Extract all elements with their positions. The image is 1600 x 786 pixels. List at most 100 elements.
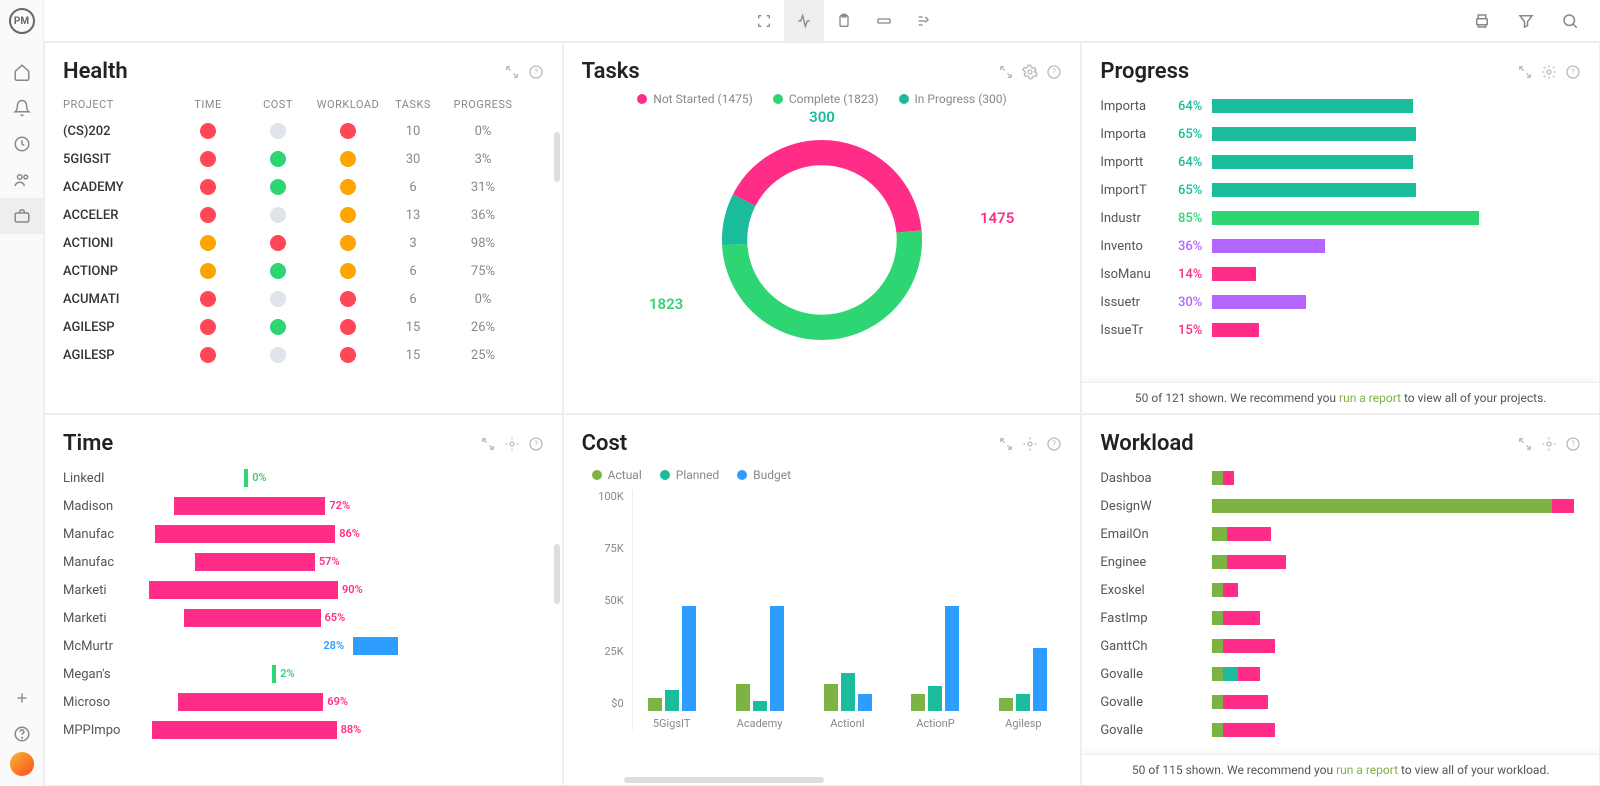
scrollbar[interactable] [554,544,560,604]
view-activity-icon[interactable] [784,0,824,42]
table-row[interactable]: ACUMATI 6 0% [63,285,544,313]
expand-icon[interactable] [998,64,1014,80]
search-icon[interactable] [1552,0,1588,42]
time-title: Time [63,431,480,456]
users-icon[interactable] [0,162,44,198]
progress-row[interactable]: Importt64% [1100,148,1581,176]
workload-row[interactable]: GanttCh [1100,632,1581,660]
cost-group: Agilesp [984,501,1062,730]
help-icon[interactable]: ? [1046,436,1062,452]
table-row[interactable]: AGILESP 15 25% [63,341,544,369]
workload-row[interactable]: Dashboa [1100,464,1581,492]
table-row[interactable]: AGILESP 15 26% [63,313,544,341]
donut-label-complete: 1823 [649,295,683,313]
scrollbar[interactable] [554,132,560,182]
view-card-icon[interactable] [864,0,904,42]
time-row[interactable]: Madison 72% [63,492,544,520]
view-scan-icon[interactable] [744,0,784,42]
briefcase-icon[interactable] [0,198,44,234]
avatar[interactable] [10,752,34,776]
expand-icon[interactable] [1517,436,1533,452]
help-icon[interactable]: ? [528,64,544,80]
time-row[interactable]: Marketi 90% [63,576,544,604]
filter-icon[interactable] [1508,0,1544,42]
svg-text:?: ? [1571,67,1575,76]
table-row[interactable]: 5GIGSIT 30 3% [63,145,544,173]
table-row[interactable]: ACADEMY 6 31% [63,173,544,201]
expand-icon[interactable] [998,436,1014,452]
plus-icon[interactable] [0,680,44,716]
gear-icon[interactable] [1022,64,1038,80]
progress-row[interactable]: Industr85% [1100,204,1581,232]
gear-icon[interactable] [1541,64,1557,80]
progress-row[interactable]: Issuetr30% [1100,288,1581,316]
topbar [44,0,1600,42]
time-row[interactable]: McMurtr 28% [63,632,544,660]
workload-row[interactable]: Enginee [1100,548,1581,576]
cost-group: 5GigsIT [633,501,711,730]
run-report-link[interactable]: run a report [1336,763,1398,777]
workload-title: Workload [1100,431,1517,456]
progress-row[interactable]: Importa64% [1100,92,1581,120]
time-row[interactable]: Manufac 86% [63,520,544,548]
gear-icon[interactable] [1541,436,1557,452]
workload-row[interactable]: FastImp [1100,604,1581,632]
svg-text:?: ? [534,439,538,448]
workload-row[interactable]: Govalle [1100,660,1581,688]
progress-row[interactable]: IsoManu14% [1100,260,1581,288]
scrollbar-horizontal[interactable] [624,777,824,783]
legend-item[interactable]: Budget [737,468,791,482]
progress-row[interactable]: IssueTr15% [1100,316,1581,344]
legend-item[interactable]: Complete (1823) [773,92,879,106]
time-row[interactable]: LinkedI 0% [63,464,544,492]
workload-row[interactable]: DesignW [1100,492,1581,520]
donut-label-notstarted: 1475 [980,209,1014,227]
legend-item[interactable]: In Progress (300) [899,92,1007,106]
help-icon[interactable]: ? [1565,436,1581,452]
legend-item[interactable]: Actual [592,468,642,482]
view-clipboard-icon[interactable] [824,0,864,42]
help-icon[interactable]: ? [1046,64,1062,80]
workload-row[interactable]: Govalle [1100,716,1581,744]
time-row[interactable]: Megan's 2% [63,660,544,688]
workload-row[interactable]: Govalle [1100,688,1581,716]
time-row[interactable]: MPPImpo 88% [63,716,544,744]
progress-row[interactable]: Invento36% [1100,232,1581,260]
view-workflow-icon[interactable] [904,0,944,42]
expand-icon[interactable] [504,64,520,80]
table-row[interactable]: ACTIONI 3 98% [63,229,544,257]
legend-item[interactable]: Planned [660,468,719,482]
help-icon[interactable]: ? [1565,64,1581,80]
time-row[interactable]: Microso 69% [63,688,544,716]
bell-icon[interactable] [0,90,44,126]
workload-row[interactable]: EmailOn [1100,520,1581,548]
help-icon[interactable] [0,716,44,752]
left-nav: PM [0,0,44,786]
gear-icon[interactable] [504,436,520,452]
svg-text:?: ? [534,67,538,76]
legend-item[interactable]: Not Started (1475) [637,92,753,106]
table-row[interactable]: ACTIONP 6 75% [63,257,544,285]
progress-row[interactable]: ImportT65% [1100,176,1581,204]
progress-row[interactable]: Importa65% [1100,120,1581,148]
home-icon[interactable] [0,54,44,90]
expand-icon[interactable] [480,436,496,452]
progress-title: Progress [1100,59,1517,84]
time-row[interactable]: Manufac 57% [63,548,544,576]
cost-legend: Actual Planned Budget [582,464,1063,490]
table-row[interactable]: (CS)202 10 0% [63,117,544,145]
print-icon[interactable] [1464,0,1500,42]
help-icon[interactable]: ? [528,436,544,452]
clock-icon[interactable] [0,126,44,162]
run-report-link[interactable]: run a report [1339,391,1401,405]
table-row[interactable]: ACCELER 13 36% [63,201,544,229]
tasks-legend: Not Started (1475) Complete (1823) In Prog… [582,92,1063,106]
logo[interactable]: PM [9,8,35,34]
cost-title: Cost [582,431,999,456]
cost-yaxis: 100K75K50K25K$0 [582,490,632,730]
cost-group: Academy [721,501,799,730]
expand-icon[interactable] [1517,64,1533,80]
gear-icon[interactable] [1022,436,1038,452]
workload-row[interactable]: Exoskel [1100,576,1581,604]
time-row[interactable]: Marketi 65% [63,604,544,632]
